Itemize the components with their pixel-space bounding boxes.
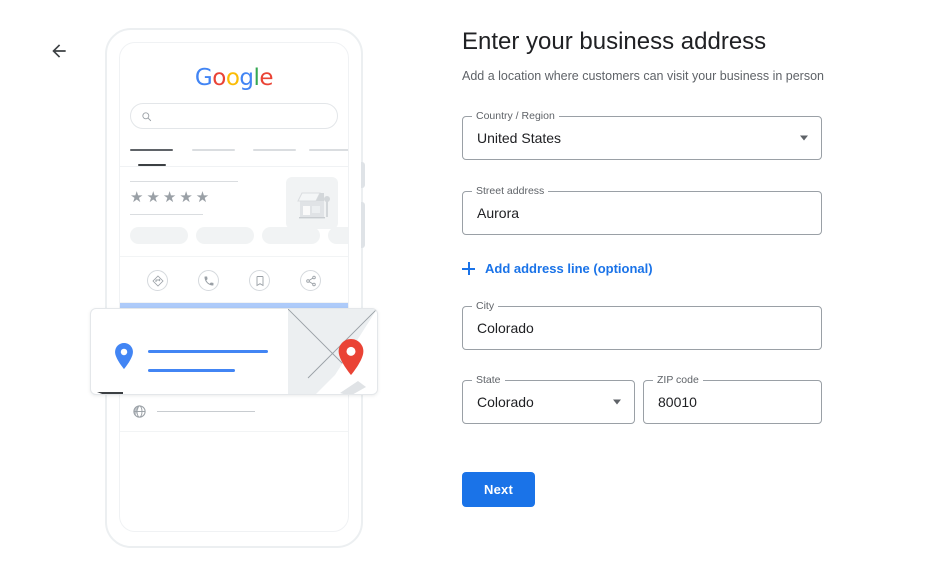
address-line-1-placeholder <box>148 350 268 353</box>
city-field[interactable]: City Colorado <box>462 300 822 350</box>
back-button[interactable] <box>44 36 74 66</box>
logo-letter: e <box>259 65 274 91</box>
action-chip[interactable] <box>196 227 254 244</box>
page-root: Google ★★★★★ Enter your business address… <box>0 0 929 576</box>
call-icon[interactable] <box>198 270 219 291</box>
plus-icon <box>462 262 475 275</box>
action-chip[interactable] <box>130 227 188 244</box>
directions-icon[interactable] <box>147 270 168 291</box>
page-title: Enter your business address <box>462 28 767 55</box>
chevron-down-icon[interactable] <box>613 399 621 405</box>
state-value: Colorado <box>477 394 534 410</box>
state-label: State <box>472 374 505 386</box>
phone-action-icons <box>120 256 348 303</box>
tab-item[interactable] <box>192 149 235 151</box>
storefront-icon <box>286 177 338 229</box>
search-icon <box>142 111 152 121</box>
logo-letter: o <box>225 65 240 91</box>
zip-code-field[interactable]: ZIP code 80010 <box>643 374 822 424</box>
phone-tab-bar <box>120 145 348 167</box>
logo-letter: o <box>212 65 226 91</box>
address-card <box>90 308 378 395</box>
business-name-placeholder <box>130 181 238 182</box>
state-field[interactable]: State Colorado <box>462 374 635 424</box>
phone-side-button-top <box>361 162 365 188</box>
add-address-line-button[interactable]: Add address line (optional) <box>462 261 653 276</box>
card-shadow-left <box>97 392 123 394</box>
action-chip[interactable] <box>262 227 320 244</box>
country-region-value: United States <box>477 130 562 146</box>
phone-screen: Google ★★★★★ <box>119 42 349 532</box>
phone-mockup: Google ★★★★★ <box>105 28 365 548</box>
phone-side-button-bottom <box>361 202 365 248</box>
onboarding-illustration: Google ★★★★★ <box>90 28 378 548</box>
phone-search-input[interactable] <box>130 103 338 129</box>
street-address-value: Aurora <box>477 205 520 221</box>
zip-code-value: 80010 <box>658 394 697 410</box>
logo-letter: G <box>194 65 213 91</box>
add-address-line-label: Add address line (optional) <box>485 261 653 276</box>
share-icon[interactable] <box>300 270 321 291</box>
street-address-field[interactable]: Street address Aurora <box>462 185 822 235</box>
city-value: Colorado <box>477 320 534 336</box>
address-line-2-placeholder <box>148 369 235 372</box>
next-button[interactable]: Next <box>462 472 535 507</box>
tab-item[interactable] <box>309 149 348 151</box>
business-summary: ★★★★★ <box>120 167 348 229</box>
map-pin-icon <box>115 343 133 369</box>
review-count-placeholder <box>130 214 203 215</box>
google-logo: Google <box>120 65 348 91</box>
action-chip[interactable] <box>328 227 348 244</box>
logo-letter: g <box>239 65 254 91</box>
bookmark-icon[interactable] <box>249 270 270 291</box>
city-label: City <box>472 300 499 312</box>
zip-code-label: ZIP code <box>653 374 703 386</box>
country-region-field[interactable]: Country / Region United States <box>462 110 822 160</box>
tab-item[interactable] <box>253 149 296 151</box>
tab-active-indicator <box>138 164 166 166</box>
chevron-down-icon[interactable] <box>800 135 808 141</box>
country-region-label: Country / Region <box>472 110 559 122</box>
address-form-panel: Enter your business address Add a locati… <box>462 28 862 507</box>
globe-icon <box>133 405 146 418</box>
map-pin-red-icon <box>338 339 364 375</box>
arrow-left-icon <box>52 44 66 58</box>
map-thumbnail <box>288 309 377 394</box>
info-value-placeholder <box>157 411 255 412</box>
street-address-label: Street address <box>472 185 549 197</box>
info-row-website <box>120 392 348 432</box>
page-subtitle: Add a location where customers can visit… <box>462 69 824 83</box>
tab-item-active[interactable] <box>130 149 173 151</box>
